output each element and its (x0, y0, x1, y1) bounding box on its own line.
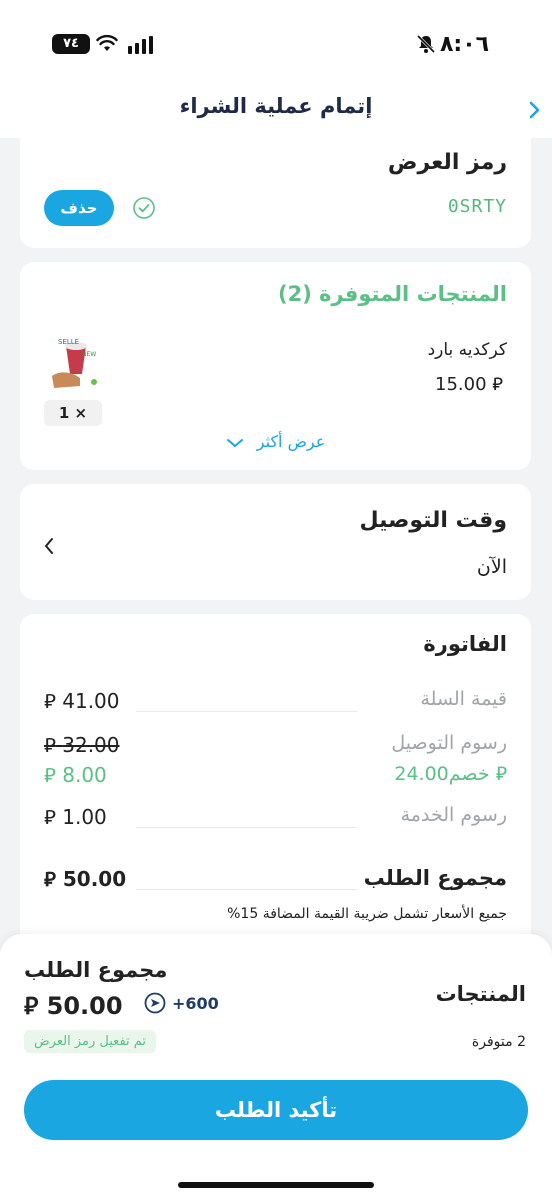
checkout-bottom-sheet: مجموع الطلب ⃁ 50.00 +600 تم تفعيل رمز ال… (0, 934, 552, 1200)
cart-value-row: قيمة السلة ⃁ 41.00 (44, 688, 507, 718)
order-total-row: مجموع الطلب ⃁ 50.00 (44, 866, 507, 896)
delivery-fee-old: ⃁ 32.00 (44, 733, 120, 757)
promo-code-card: رمز العرض 0SRTY حذف (20, 128, 531, 248)
show-more-link[interactable]: عرض أكثر (20, 432, 531, 451)
muted-bell-icon (416, 34, 436, 54)
svg-text:SELLE: SELLE (58, 338, 79, 346)
delivery-title: وقت التوصيل (359, 508, 507, 533)
delivery-fee-row: رسوم التوصيل ⃁ 32.00 (44, 732, 507, 762)
wifi-icon (96, 34, 118, 51)
delivery-fee-label: رسوم التوصيل (391, 732, 507, 754)
service-fee-row: رسوم الخدمة ⃁ 1.00 (44, 804, 507, 834)
riyal-icon: ⃁ (44, 689, 56, 713)
battery-indicator: ٧٤ (52, 34, 90, 54)
delivery-value: الآن (476, 556, 507, 578)
bottom-total-amount: ⃁ 50.00 (24, 992, 123, 1020)
cart-value-label: قيمة السلة (420, 688, 507, 710)
row-divider (136, 711, 357, 712)
show-more-label: عرض أكثر (256, 432, 326, 451)
available-products-card: المنتجات المتوفرة (2) كركديه بارد 15.00 … (20, 262, 531, 470)
delivery-time-card[interactable]: وقت التوصيل الآن (20, 484, 531, 600)
product-price: 15.00 ⃁ (435, 372, 503, 395)
riyal-icon: ⃁ (492, 374, 503, 395)
back-chevron-icon[interactable] (524, 98, 544, 122)
order-total-amount: ⃁ 50.00 (44, 867, 127, 891)
product-image: SELLE NEW (44, 334, 106, 396)
invoice-title: الفاتورة (423, 632, 507, 656)
riyal-icon: ⃁ (44, 805, 56, 829)
riyal-icon: ⃁ (44, 733, 56, 757)
promo-applied-badge: تم تفعيل رمز العرض (24, 1030, 157, 1053)
chevron-left-icon[interactable] (42, 536, 56, 556)
bottom-products-count: 2 متوفرة (471, 1034, 526, 1050)
page-title: إتمام عملية الشراء (179, 94, 373, 118)
confirm-order-button[interactable]: تأكيد الطلب (24, 1080, 528, 1140)
products-title: المنتجات المتوفرة (2) (278, 282, 507, 306)
cart-value-amount: ⃁ 41.00 (44, 689, 120, 713)
delivery-discount-label: خصم24.00 ⃁ (394, 763, 507, 785)
invoice-card: الفاتورة قيمة السلة ⃁ 41.00 رسوم التوصيل… (20, 614, 531, 934)
promo-code-value: 0SRTY (447, 196, 507, 217)
product-name: كركديه بارد (427, 340, 507, 360)
svg-text:NEW: NEW (82, 351, 96, 358)
status-bar: ٧٤ ٨:٠٦ (0, 0, 552, 82)
vat-note: جميع الأسعار تشمل ضريبة القيمة المضافة 1… (227, 906, 507, 922)
riyal-icon: ⃁ (24, 992, 39, 1020)
order-total-label: مجموع الطلب (363, 866, 507, 890)
signal-icon (128, 36, 153, 54)
riyal-icon: ⃁ (44, 763, 56, 787)
clock: ٨:٠٦ (440, 32, 490, 57)
product-price-value: 15.00 (435, 374, 487, 395)
loyalty-points-icon (144, 992, 166, 1014)
chevron-down-icon (226, 438, 243, 447)
delivery-discount-row: خصم24.00 ⃁ ⃁ 8.00 (44, 762, 507, 792)
service-fee-amount: ⃁ 1.00 (44, 805, 107, 829)
delete-promo-button[interactable]: حذف (44, 190, 114, 226)
check-circle-icon (133, 197, 155, 219)
quantity-badge: 1 × (44, 400, 102, 426)
bottom-total-label: مجموع الطلب (24, 958, 168, 982)
riyal-icon: ⃁ (44, 867, 56, 891)
bottom-products-label: المنتجات (435, 982, 526, 1006)
hibiscus-cup-image: SELLE NEW (44, 334, 106, 396)
riyal-icon: ⃁ (495, 763, 507, 785)
service-fee-label: رسوم الخدمة (400, 804, 507, 826)
promo-title: رمز العرض (387, 150, 507, 175)
row-divider (136, 889, 357, 890)
home-indicator[interactable] (178, 1182, 374, 1188)
loyalty-points: +600 (172, 994, 219, 1013)
delivery-fee-new: ⃁ 8.00 (44, 763, 107, 787)
row-divider (136, 827, 357, 828)
